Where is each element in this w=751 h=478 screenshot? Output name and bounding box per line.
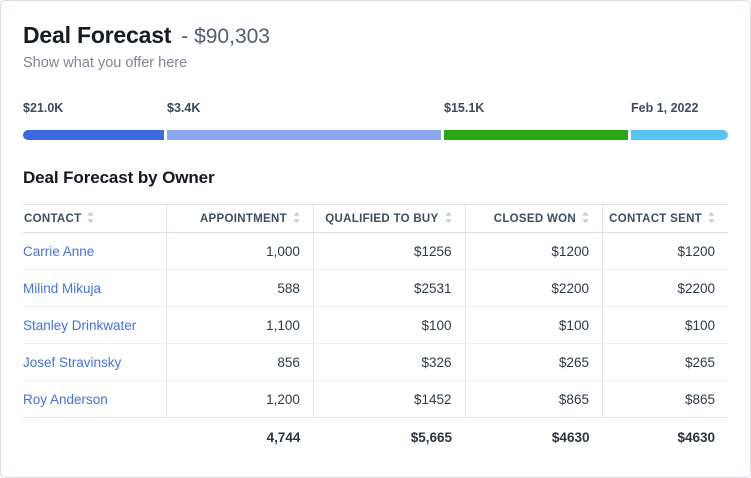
contact-link[interactable]: Josef Stravinsky bbox=[23, 355, 121, 370]
forecast-progress-area: $21.0K $3.4K $15.1K Feb 1, 2022 bbox=[23, 99, 728, 140]
contact-link[interactable]: Carrie Anne bbox=[23, 244, 94, 259]
progress-bar bbox=[23, 130, 728, 140]
cell-qualified: $2531 bbox=[313, 270, 465, 307]
table-row: Josef Stravinsky 856 $326 $265 $265 bbox=[23, 344, 728, 381]
total-qualified: $5,665 bbox=[313, 418, 465, 458]
column-header-contact-sent[interactable]: CONTACT SENT bbox=[602, 205, 728, 233]
cell-closed-won: $865 bbox=[465, 381, 602, 418]
progress-segment-green[interactable] bbox=[444, 130, 628, 140]
contact-link[interactable]: Roy Anderson bbox=[23, 392, 108, 407]
totals-spacer bbox=[23, 418, 167, 458]
page-subtitle: Show what you offer here bbox=[23, 55, 728, 71]
bar-label-date: Feb 1, 2022 bbox=[631, 101, 698, 115]
contact-link[interactable]: Milind Mikuja bbox=[23, 281, 101, 296]
cell-closed-won: $1200 bbox=[465, 233, 602, 270]
cell-appointment: 1,100 bbox=[167, 307, 314, 344]
table-totals-row: 4,744 $5,665 $4630 $4630 bbox=[23, 418, 728, 458]
deal-forecast-card: Deal Forecast - $90,303 Show what you of… bbox=[0, 0, 751, 478]
deal-forecast-table: CONTACT APPOINTMENT QUALIFIED TO BUY bbox=[23, 204, 728, 458]
sort-icon[interactable] bbox=[707, 211, 716, 227]
cell-contact-sent: $100 bbox=[602, 307, 728, 344]
cell-contact-sent: $265 bbox=[602, 344, 728, 381]
table-row: Stanley Drinkwater 1,100 $100 $100 $100 bbox=[23, 307, 728, 344]
cell-closed-won: $100 bbox=[465, 307, 602, 344]
table-row: Carrie Anne 1,000 $1256 $1200 $1200 bbox=[23, 233, 728, 270]
cell-appointment: 856 bbox=[167, 344, 314, 381]
cell-closed-won: $265 bbox=[465, 344, 602, 381]
cell-qualified: $100 bbox=[313, 307, 465, 344]
cell-appointment: 1,200 bbox=[167, 381, 314, 418]
table-header-row: CONTACT APPOINTMENT QUALIFIED TO BUY bbox=[23, 205, 728, 233]
cell-qualified: $326 bbox=[313, 344, 465, 381]
cell-contact-sent: $865 bbox=[602, 381, 728, 418]
cell-contact-sent: $1200 bbox=[602, 233, 728, 270]
progress-segment-sky[interactable] bbox=[631, 130, 728, 140]
column-header-contact[interactable]: CONTACT bbox=[23, 205, 167, 233]
column-header-appointment[interactable]: APPOINTMENT bbox=[167, 205, 314, 233]
total-closed-won: $4630 bbox=[465, 418, 602, 458]
sort-icon[interactable] bbox=[292, 211, 301, 227]
progress-segment-periwinkle[interactable] bbox=[167, 130, 441, 140]
column-header-qualified-to-buy[interactable]: QUALIFIED TO BUY bbox=[313, 205, 465, 233]
total-contact-sent: $4630 bbox=[602, 418, 728, 458]
contact-link[interactable]: Stanley Drinkwater bbox=[23, 318, 136, 333]
sort-icon[interactable] bbox=[444, 211, 453, 227]
total-appointment: 4,744 bbox=[167, 418, 314, 458]
cell-appointment: 1,000 bbox=[167, 233, 314, 270]
section-title: Deal Forecast by Owner bbox=[23, 168, 728, 188]
sort-icon[interactable] bbox=[86, 211, 95, 227]
cell-closed-won: $2200 bbox=[465, 270, 602, 307]
column-header-closed-won[interactable]: CLOSED WON bbox=[465, 205, 602, 233]
table-row: Milind Mikuja 588 $2531 $2200 $2200 bbox=[23, 270, 728, 307]
sort-icon[interactable] bbox=[581, 211, 590, 227]
cell-appointment: 588 bbox=[167, 270, 314, 307]
progress-segment-blue[interactable] bbox=[23, 130, 164, 140]
bar-label-appointment: $21.0K bbox=[23, 101, 63, 115]
progress-bar-labels: $21.0K $3.4K $15.1K Feb 1, 2022 bbox=[23, 99, 728, 117]
table-row: Roy Anderson 1,200 $1452 $865 $865 bbox=[23, 381, 728, 418]
cell-qualified: $1256 bbox=[313, 233, 465, 270]
page-title: Deal Forecast - $90,303 bbox=[23, 22, 728, 49]
page-title-amount: - $90,303 bbox=[181, 25, 270, 49]
cell-qualified: $1452 bbox=[313, 381, 465, 418]
bar-label-qualified: $3.4K bbox=[167, 101, 200, 115]
page-title-text: Deal Forecast bbox=[23, 22, 171, 49]
bar-label-closed-won: $15.1K bbox=[444, 101, 484, 115]
cell-contact-sent: $2200 bbox=[602, 270, 728, 307]
